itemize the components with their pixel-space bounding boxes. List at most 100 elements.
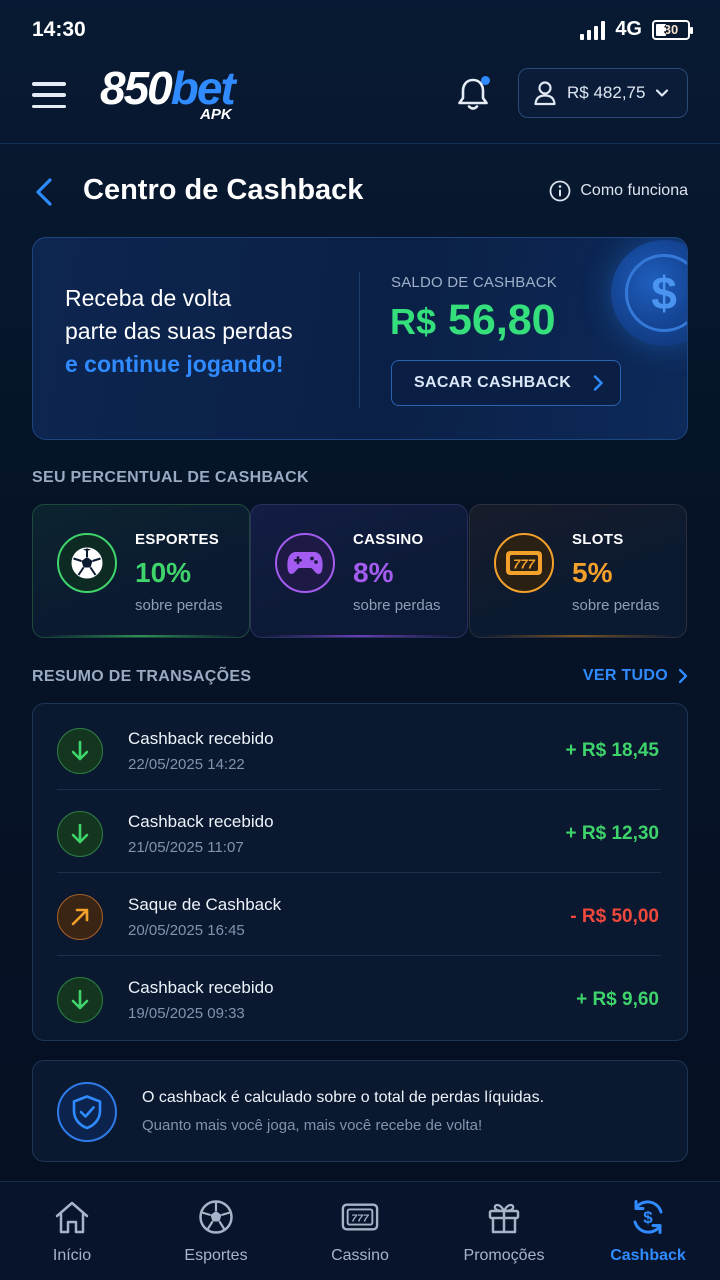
svg-text:777: 777 — [351, 1214, 370, 1225]
arrow-down-icon — [57, 811, 103, 857]
logo-apk-label: APK — [200, 106, 232, 123]
nav-label: Cashback — [610, 1247, 686, 1264]
cashback-info-card: O cashback é calculado sobre o total de … — [32, 1060, 688, 1162]
gamepad-icon — [275, 533, 335, 593]
menu-icon[interactable] — [32, 82, 66, 108]
transaction-date: 21/05/2025 11:07 — [128, 839, 244, 856]
soccer-ball-icon — [197, 1198, 235, 1236]
transaction-title: Cashback recebido — [128, 978, 274, 997]
logo-number: 850 — [100, 62, 173, 114]
home-icon — [53, 1198, 91, 1236]
account-balance: R$ 482,75 — [567, 83, 646, 102]
hero-message: Receba de volta parte das suas perdas e … — [65, 282, 293, 381]
transaction-date: 20/05/2025 16:45 — [128, 922, 245, 939]
page-title-row: Centro de Cashback Como funciona — [0, 160, 720, 224]
transaction-amount: + R$ 18,45 — [565, 740, 660, 761]
info-icon — [549, 180, 571, 202]
soccer-ball-icon — [57, 533, 117, 593]
transaction-amount: - R$ 50,00 — [570, 906, 659, 927]
transaction-date: 22/05/2025 14:22 — [128, 756, 245, 773]
status-time: 14:30 — [32, 18, 86, 41]
percent-card-slots[interactable]: 777 SLOTS 5% sobre perdas — [469, 504, 687, 638]
transaction-date: 19/05/2025 09:33 — [128, 1005, 245, 1022]
nav-item-home[interactable]: Início — [0, 1182, 144, 1280]
nav-label: Promoções — [463, 1247, 545, 1264]
transaction-amount: + R$ 9,60 — [576, 989, 659, 1010]
percent-card-value: 8% — [353, 557, 394, 588]
see-all-link[interactable]: VER TUDO — [583, 667, 688, 685]
cashback-balance-label: SALDO DE CASHBACK — [391, 274, 557, 291]
transaction-row[interactable]: Cashback recebido 19/05/2025 09:33 + R$ … — [33, 956, 689, 1039]
transaction-row[interactable]: Cashback recebido 22/05/2025 14:22 + R$ … — [33, 707, 689, 790]
brand-logo[interactable]: 850bet APK — [100, 62, 236, 128]
cashback-balance-card: $ Receba de volta parte das suas perdas … — [32, 237, 688, 440]
app-header: 850bet APK R$ 482,75 — [0, 60, 720, 144]
page-title: Centro de Cashback — [83, 174, 364, 206]
bottom-navigation: Início Esportes 777 Cassino Promoções $ … — [0, 1181, 720, 1280]
chevron-right-icon — [678, 668, 688, 684]
svg-text:777: 777 — [513, 557, 535, 572]
hero-line-2: parte das suas perdas — [65, 318, 293, 344]
percent-card-value: 5% — [572, 557, 613, 588]
gift-icon — [485, 1198, 523, 1236]
info-title: O cashback é calculado sobre o total de … — [142, 1089, 545, 1106]
how-it-works-link[interactable]: Como funciona — [549, 180, 688, 202]
how-it-works-label: Como funciona — [580, 182, 688, 199]
network-type: 4G — [615, 18, 642, 40]
cashback-amount-value: 56,80 — [447, 296, 556, 344]
status-bar: 14:30 4G 30 — [0, 0, 720, 60]
signal-icon — [580, 20, 606, 40]
hero-line-3: e continue jogando! — [65, 351, 284, 377]
transactions-list: Cashback recebido 22/05/2025 14:22 + R$ … — [32, 703, 688, 1041]
percent-card-subtitle: sobre perdas — [135, 597, 223, 614]
percent-card-name: SLOTS — [572, 531, 624, 548]
percent-card-value: 10% — [135, 557, 192, 588]
cashback-icon: $ — [629, 1198, 667, 1236]
percent-card-subtitle: sobre perdas — [353, 597, 441, 614]
battery-level: 30 — [663, 22, 679, 37]
percent-card-name: CASSINO — [353, 531, 424, 548]
chevron-right-icon — [593, 375, 603, 391]
svg-text:$: $ — [643, 1208, 653, 1227]
nav-item-promotions[interactable]: Promoções — [432, 1182, 576, 1280]
percent-card-name: ESPORTES — [135, 531, 220, 548]
account-balance-button[interactable]: R$ 482,75 — [518, 68, 688, 118]
withdraw-cashback-label: SACAR CASHBACK — [414, 374, 572, 391]
arrow-up-right-icon — [57, 894, 103, 940]
nav-label: Início — [52, 1247, 92, 1264]
hero-divider — [359, 272, 360, 408]
percent-section-title: SEU PERCENTUAL DE CASHBACK — [32, 469, 309, 486]
nav-item-casino[interactable]: 777 Cassino — [288, 1182, 432, 1280]
withdraw-cashback-button[interactable]: SACAR CASHBACK — [391, 360, 621, 406]
dollar-coin-icon: $ — [611, 240, 687, 346]
see-all-label: VER TUDO — [582, 667, 668, 684]
status-indicators: 4G 30 — [580, 18, 693, 41]
transaction-row[interactable]: Cashback recebido 21/05/2025 11:07 + R$ … — [33, 790, 689, 873]
percent-card-sports[interactable]: ESPORTES 10% sobre perdas — [32, 504, 250, 638]
transaction-row[interactable]: Saque de Cashback 20/05/2025 16:45 - R$ … — [33, 873, 689, 956]
battery-icon: 30 — [652, 19, 693, 40]
transaction-title: Cashback recebido — [128, 812, 274, 831]
arrow-down-icon — [57, 728, 103, 774]
nav-item-sports[interactable]: Esportes — [144, 1182, 288, 1280]
slot-machine-icon: 777 — [341, 1198, 379, 1236]
notification-dot — [481, 76, 490, 85]
currency-symbol: R$ — [390, 301, 437, 342]
transaction-title: Saque de Cashback — [128, 895, 282, 914]
percent-card-casino[interactable]: CASSINO 8% sobre perdas — [250, 504, 468, 638]
nav-label: Cassino — [331, 1247, 389, 1264]
shield-check-icon — [57, 1082, 117, 1142]
info-subtitle: Quanto mais você joga, mais você recebe … — [142, 1117, 483, 1134]
chevron-down-icon — [656, 89, 669, 97]
hero-line-1: Receba de volta — [65, 285, 232, 311]
transaction-title: Cashback recebido — [128, 729, 274, 748]
percent-card-subtitle: sobre perdas — [572, 597, 660, 614]
slot-777-icon: 777 — [494, 533, 554, 593]
back-arrow-icon[interactable] — [30, 174, 58, 210]
notification-bell-icon[interactable] — [456, 76, 490, 112]
arrow-down-icon — [57, 977, 103, 1023]
user-icon — [534, 81, 556, 106]
transactions-section-title: RESUMO DE TRANSAÇÕES — [32, 668, 252, 685]
nav-item-cashback[interactable]: $ Cashback — [576, 1182, 720, 1280]
nav-label: Esportes — [184, 1247, 248, 1264]
